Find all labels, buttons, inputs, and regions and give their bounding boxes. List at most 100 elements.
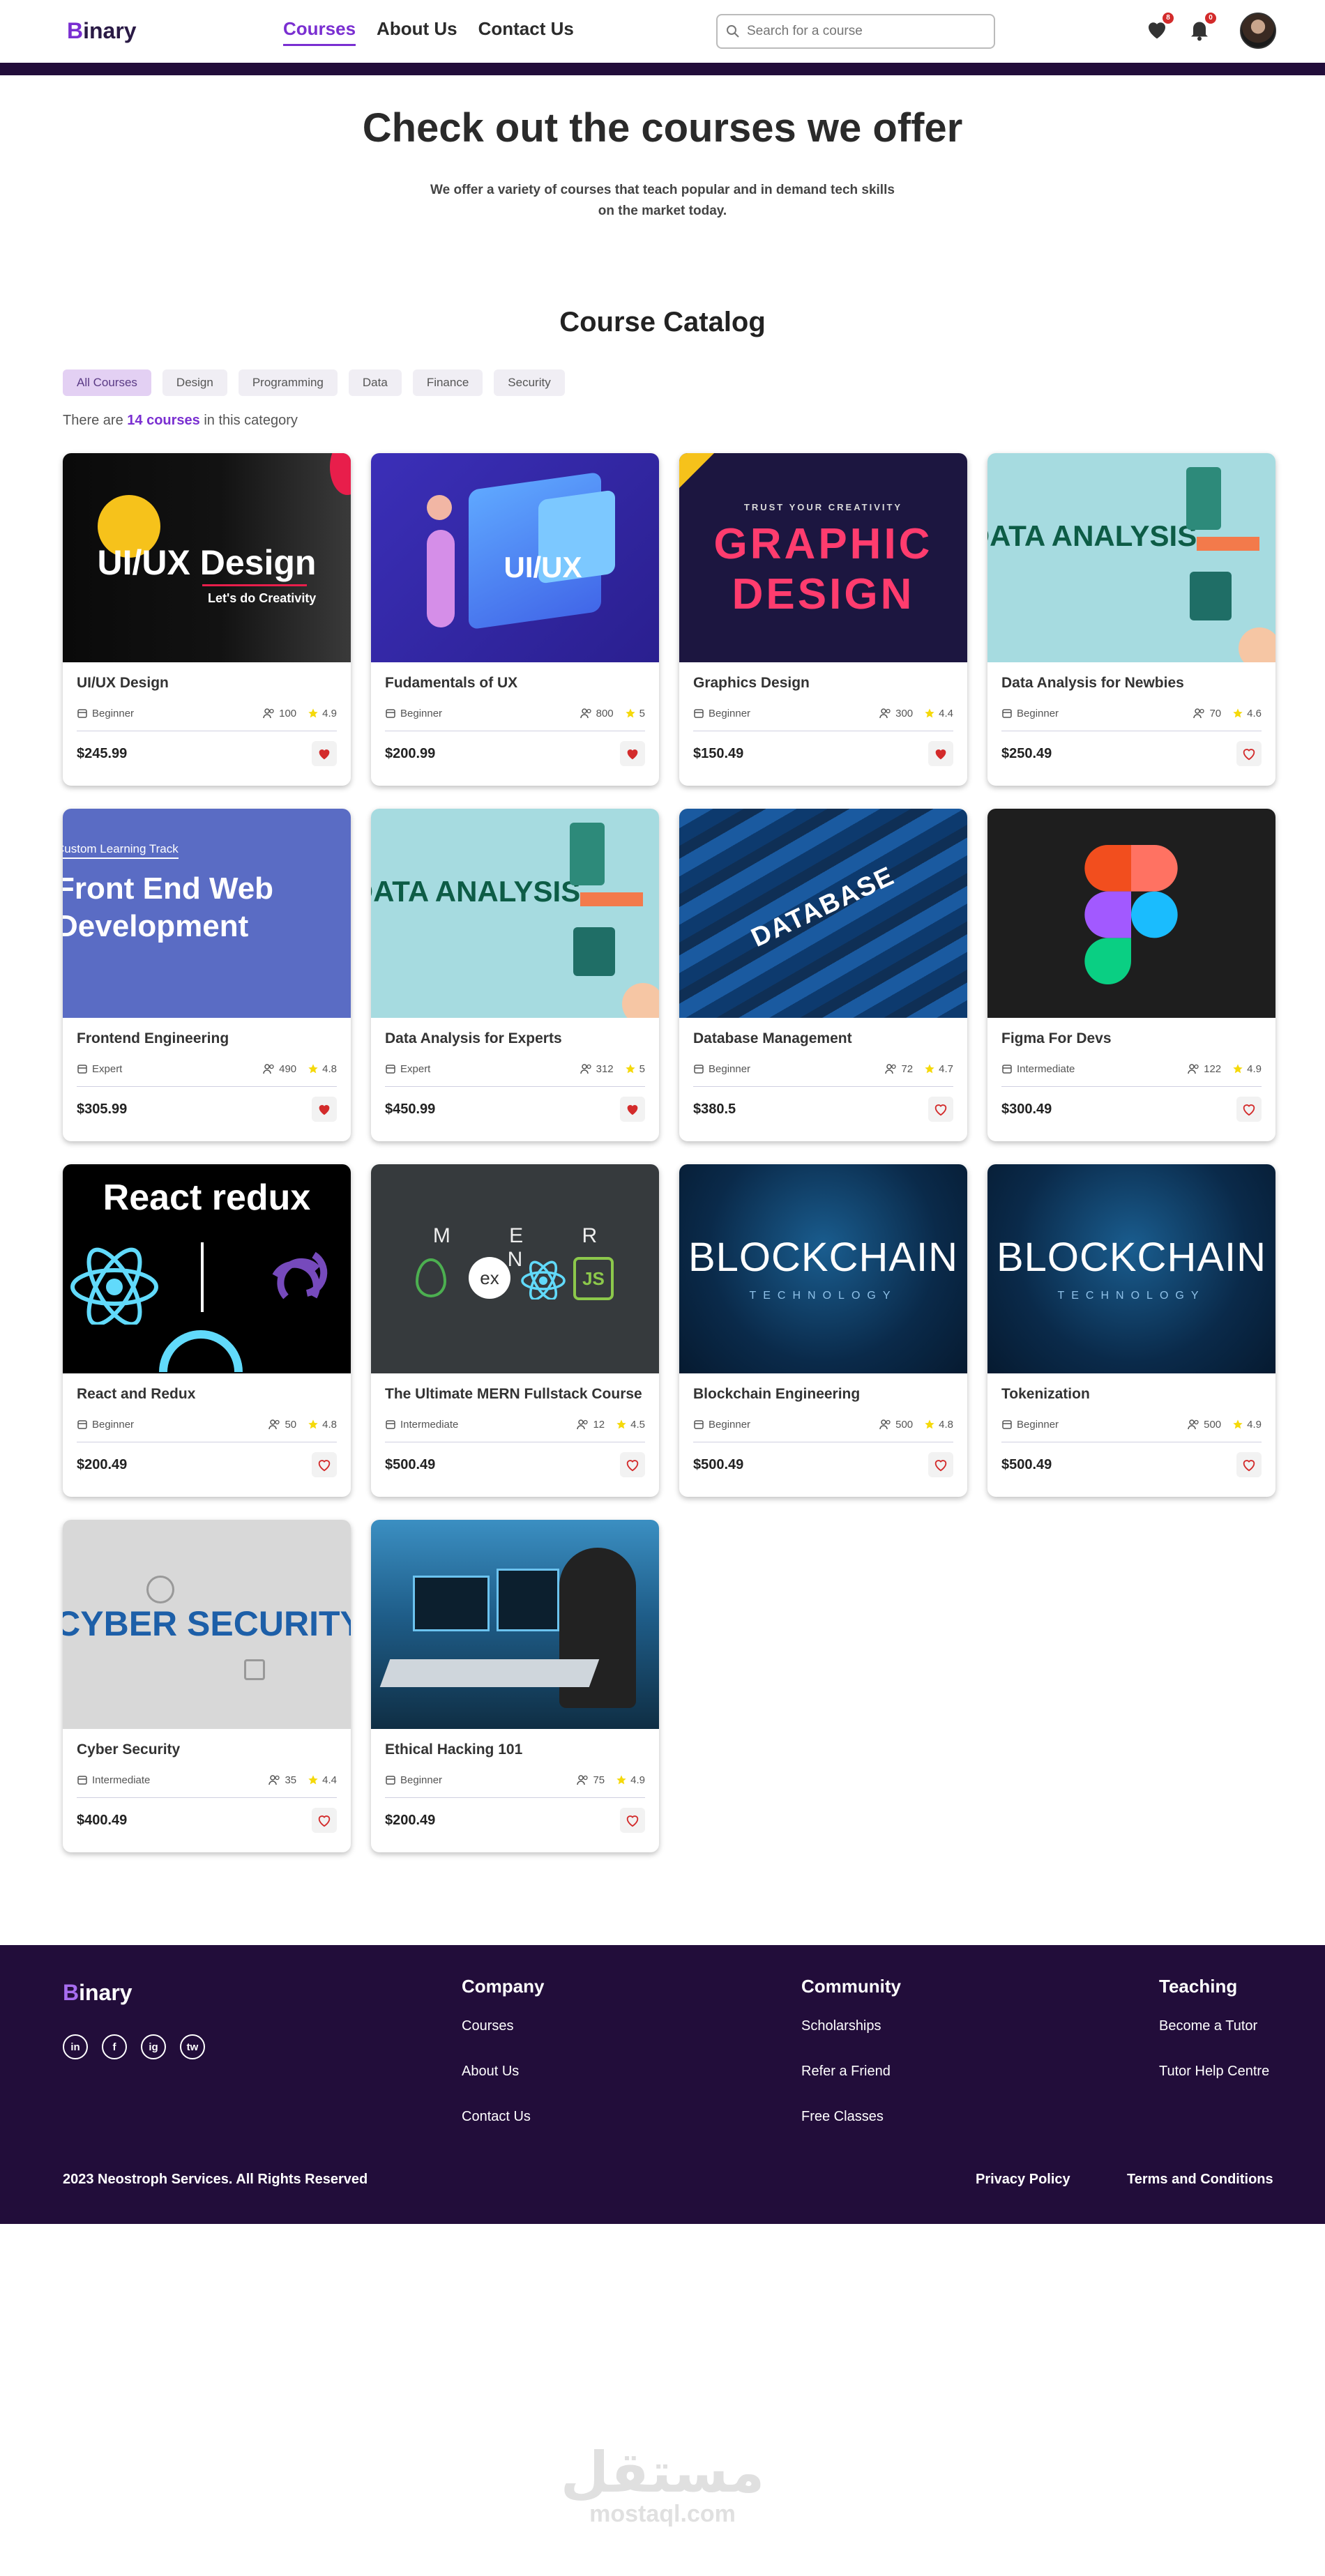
star-icon (616, 1419, 626, 1429)
course-card[interactable]: DATA ANALYSIS Data Analysis for Experts … (371, 809, 659, 1141)
filter-finance[interactable]: Finance (412, 369, 483, 396)
course-card[interactable]: DATA ANALYSIS Data Analysis for Newbies … (987, 453, 1275, 786)
top-header: Binary Courses About Us Contact Us 8 0 (0, 0, 1325, 63)
student-count: 500 (895, 1418, 914, 1431)
course-card[interactable]: DATABASE Database Management Beginner 72… (679, 809, 967, 1141)
twitter-icon[interactable]: tw (180, 2034, 205, 2059)
course-card[interactable]: BLOCKCHAIN TECHNOLOGY Blockchain Enginee… (679, 1164, 967, 1497)
student-count: 72 (901, 1062, 914, 1075)
star-icon (925, 1064, 934, 1074)
filter-design[interactable]: Design (162, 369, 227, 396)
course-title: Figma For Devs (1001, 1030, 1112, 1046)
filter-programming[interactable]: Programming (238, 369, 338, 396)
footer-link-refer-a-friend[interactable]: Refer a Friend (801, 2064, 901, 2080)
students-icon (885, 1064, 897, 1074)
course-card[interactable]: BLOCKCHAIN TECHNOLOGY Tokenization Begin… (987, 1164, 1275, 1497)
favorite-button[interactable] (312, 1452, 337, 1477)
course-card[interactable]: React redux React and Redux Beginner 50 … (63, 1164, 351, 1497)
course-card[interactable]: Custom Learning Track Front End Web Deve… (63, 809, 351, 1141)
course-count: There are 14 courses in this category (63, 413, 298, 428)
course-rating: 4.4 (322, 1774, 337, 1786)
students-icon (580, 1064, 591, 1074)
logo[interactable]: Binary (67, 18, 137, 44)
course-price: $245.99 (77, 745, 128, 761)
footer-link-become-a-tutor[interactable]: Become a Tutor (1159, 2018, 1269, 2034)
course-card[interactable]: Ethical Hacking 101 Beginner 75 4.9 $200… (371, 1520, 659, 1852)
notifications-button[interactable]: 0 (1187, 13, 1216, 42)
filter-all-courses[interactable]: All Courses (63, 369, 151, 396)
course-title: The Ultimate MERN Fullstack Course (385, 1386, 642, 1402)
course-card[interactable]: Figma For Devs Intermediate 122 4.9 $300… (987, 809, 1275, 1141)
footer-link-free-classes[interactable]: Free Classes (801, 2109, 901, 2125)
nav-contact-us[interactable]: Contact Us (478, 18, 574, 46)
course-thumbnail: CYBER SECURITY (63, 1520, 351, 1729)
footer-link-scholarships[interactable]: Scholarships (801, 2018, 901, 2034)
footer-heading: Community (801, 1976, 901, 1997)
course-card[interactable]: UI/UX Design Let's do Creativity UI/UX D… (63, 453, 351, 786)
students-icon (577, 1775, 589, 1785)
favorite-button[interactable] (312, 741, 337, 766)
linkedin-icon[interactable]: in (63, 2034, 88, 2059)
footer-link-about-us[interactable]: About Us (462, 2064, 544, 2080)
favorite-button[interactable] (620, 741, 645, 766)
favorite-button[interactable] (312, 1097, 337, 1122)
favorite-button[interactable] (1236, 741, 1262, 766)
star-icon (308, 708, 318, 718)
favorite-button[interactable] (620, 1097, 645, 1122)
student-count: 35 (285, 1774, 297, 1786)
course-card[interactable]: M E R N ex JS The Ultimate MERN Fullstac… (371, 1164, 659, 1497)
course-title: Data Analysis for Newbies (1001, 675, 1184, 691)
footer-link-courses[interactable]: Courses (462, 2018, 544, 2034)
nav-courses[interactable]: Courses (283, 18, 356, 46)
level-icon (77, 1065, 87, 1074)
favorite-button[interactable] (1236, 1452, 1262, 1477)
favorite-button[interactable] (928, 741, 953, 766)
level-icon (694, 1065, 704, 1074)
favorite-button[interactable] (312, 1808, 337, 1833)
instagram-icon[interactable]: ig (141, 2034, 166, 2059)
filter-security[interactable]: Security (494, 369, 565, 396)
watermark-arabic: مستقل (560, 2441, 765, 2503)
footer-link-contact-us[interactable]: Contact Us (462, 2109, 544, 2125)
course-level: Beginner (709, 1418, 751, 1431)
course-rating: 4.5 (630, 1418, 645, 1431)
course-price: $250.49 (1001, 745, 1052, 761)
students-icon (577, 1419, 589, 1430)
course-rating: 4.8 (939, 1418, 953, 1431)
privacy-policy-link[interactable]: Privacy Policy (976, 2172, 1070, 2188)
favorite-button[interactable] (1236, 1097, 1262, 1122)
level-icon (386, 709, 395, 718)
search-input[interactable] (747, 24, 970, 39)
facebook-icon[interactable]: f (102, 2034, 127, 2059)
favorite-button[interactable] (928, 1097, 953, 1122)
heart-filled-icon (627, 1105, 638, 1115)
course-rating: 4.9 (1247, 1418, 1262, 1431)
footer-logo[interactable]: Binary (63, 1980, 132, 2006)
favorite-button[interactable] (928, 1452, 953, 1477)
course-card[interactable]: TRUST YOUR CREATIVITY GRAPHIC DESIGN Gra… (679, 453, 967, 786)
heart-outline-icon (318, 1815, 331, 1827)
students-icon (263, 708, 274, 719)
favorite-button[interactable] (620, 1452, 645, 1477)
student-count: 300 (895, 707, 914, 719)
course-title: Tokenization (1001, 1386, 1090, 1402)
wishlist-button[interactable]: 8 (1144, 13, 1174, 42)
course-price: $380.5 (693, 1101, 736, 1117)
course-level: Expert (92, 1062, 123, 1075)
filter-data[interactable]: Data (348, 369, 402, 396)
course-thumbnail: React redux (63, 1164, 351, 1373)
favorite-button[interactable] (620, 1808, 645, 1833)
footer-heading: Teaching (1159, 1976, 1238, 1997)
course-price: $500.49 (1001, 1456, 1052, 1472)
nav-about-us[interactable]: About Us (377, 18, 457, 46)
footer-link-tutor-help-centre[interactable]: Tutor Help Centre (1159, 2064, 1269, 2080)
avatar[interactable] (1240, 13, 1276, 49)
course-title: Cyber Security (77, 1742, 181, 1758)
course-card[interactable]: UI/UX Fudamentals of UX Beginner 800 5 $… (371, 453, 659, 786)
terms-link[interactable]: Terms and Conditions (1127, 2172, 1273, 2188)
course-rating: 5 (639, 1062, 645, 1075)
course-card[interactable]: CYBER SECURITY Cyber Security Intermedia… (63, 1520, 351, 1852)
students-icon (1188, 1419, 1199, 1430)
heart-filled-icon (319, 749, 330, 760)
course-thumbnail: Custom Learning Track Front End Web Deve… (63, 809, 351, 1018)
